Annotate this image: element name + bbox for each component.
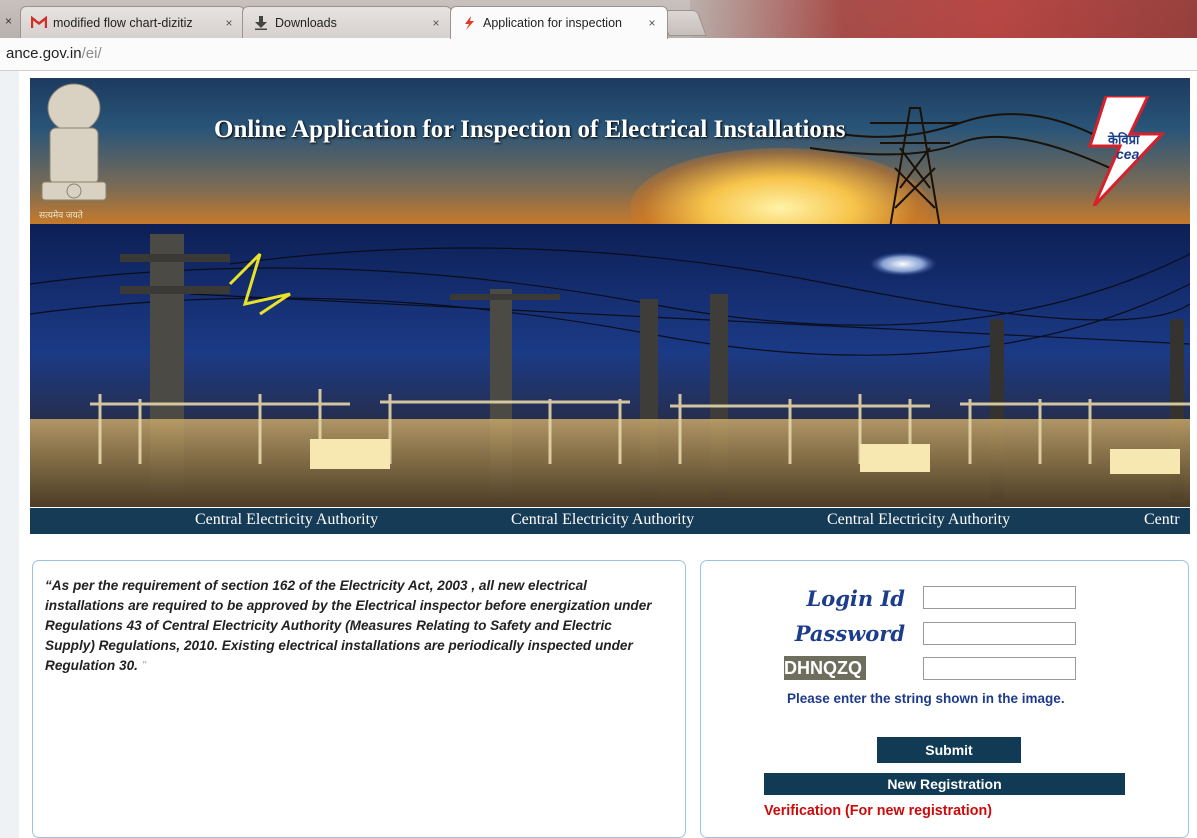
cea-logo-text: cea: [1116, 146, 1140, 162]
marquee-item: Central Electricity Authority: [827, 511, 1011, 528]
tab-label: Downloads: [275, 15, 337, 30]
previous-tab-close-icon[interactable]: ×: [5, 14, 12, 28]
tab-label: modified flow chart-dizitiz: [53, 15, 193, 30]
download-icon: [253, 15, 269, 31]
url-host: ance.gov.in: [6, 45, 82, 62]
page-content: सत्यमेव जयते Online Application for Insp…: [0, 71, 1197, 838]
left-margin-strip: [0, 71, 19, 838]
captcha-hint: Please enter the string shown in the ima…: [787, 691, 1065, 706]
tab-downloads[interactable]: Downloads ×: [242, 6, 452, 38]
tab-close-icon[interactable]: ×: [220, 16, 238, 30]
gmail-icon: [31, 15, 47, 31]
info-panel: “As per the requirement of section 162 o…: [32, 560, 686, 838]
url-path: /ei/: [81, 45, 102, 62]
login-id-input[interactable]: [923, 586, 1076, 609]
captcha-text: DHNQZQ: [784, 658, 862, 678]
marquee-item: Central Electricity Authority: [511, 511, 695, 528]
browser-tab-bar: × modified flow chart-dizitiz × Download…: [0, 0, 1197, 39]
address-bar[interactable]: ance.gov.in/ei/: [0, 38, 1197, 71]
verification-link[interactable]: Verification (For new registration): [764, 803, 992, 819]
closing-quote: ": [141, 660, 147, 671]
national-emblem-icon: [41, 83, 107, 201]
scrolling-marquee: Central Electricity Authority Central El…: [30, 508, 1190, 534]
login-id-label: Login Id: [806, 586, 905, 611]
cea-favicon-icon: [461, 15, 477, 31]
regulation-notice-text: “As per the requirement of section 162 o…: [45, 578, 652, 673]
tab-label: Application for inspection: [483, 16, 622, 30]
tab-gmail[interactable]: modified flow chart-dizitiz ×: [20, 6, 245, 38]
captcha-input[interactable]: [923, 657, 1076, 680]
substation-illustration: [30, 234, 1190, 507]
window-titlebar-background: [690, 0, 1197, 38]
page-title: Online Application for Inspection of Ele…: [214, 116, 846, 143]
cea-logo: केविप्रा cea: [1082, 94, 1167, 208]
password-input[interactable]: [923, 622, 1076, 645]
url-text[interactable]: ance.gov.in/ei/: [6, 45, 102, 62]
marquee-item: Centr: [1144, 511, 1180, 528]
substation-night-photo: [30, 224, 1190, 507]
tab-close-icon[interactable]: ×: [643, 16, 661, 30]
header-banner: सत्यमेव जयते Online Application for Insp…: [30, 78, 1190, 224]
marquee-item: Central Electricity Authority: [195, 511, 379, 528]
transmission-tower-graphic: [810, 107, 1110, 224]
regulation-notice: “As per the requirement of section 162 o…: [45, 576, 655, 676]
captcha-image: DHNQZQ: [784, 656, 866, 680]
tab-close-icon[interactable]: ×: [427, 16, 445, 30]
submit-button[interactable]: Submit: [877, 737, 1021, 763]
emblem-motto: सत्यमेव जयते: [39, 210, 83, 220]
new-registration-button[interactable]: New Registration: [764, 773, 1125, 795]
password-label: Password: [794, 621, 905, 646]
tab-application-inspection[interactable]: Application for inspection ×: [450, 6, 668, 39]
login-panel: Login Id Password DHNQZQ Please enter th…: [700, 560, 1189, 838]
